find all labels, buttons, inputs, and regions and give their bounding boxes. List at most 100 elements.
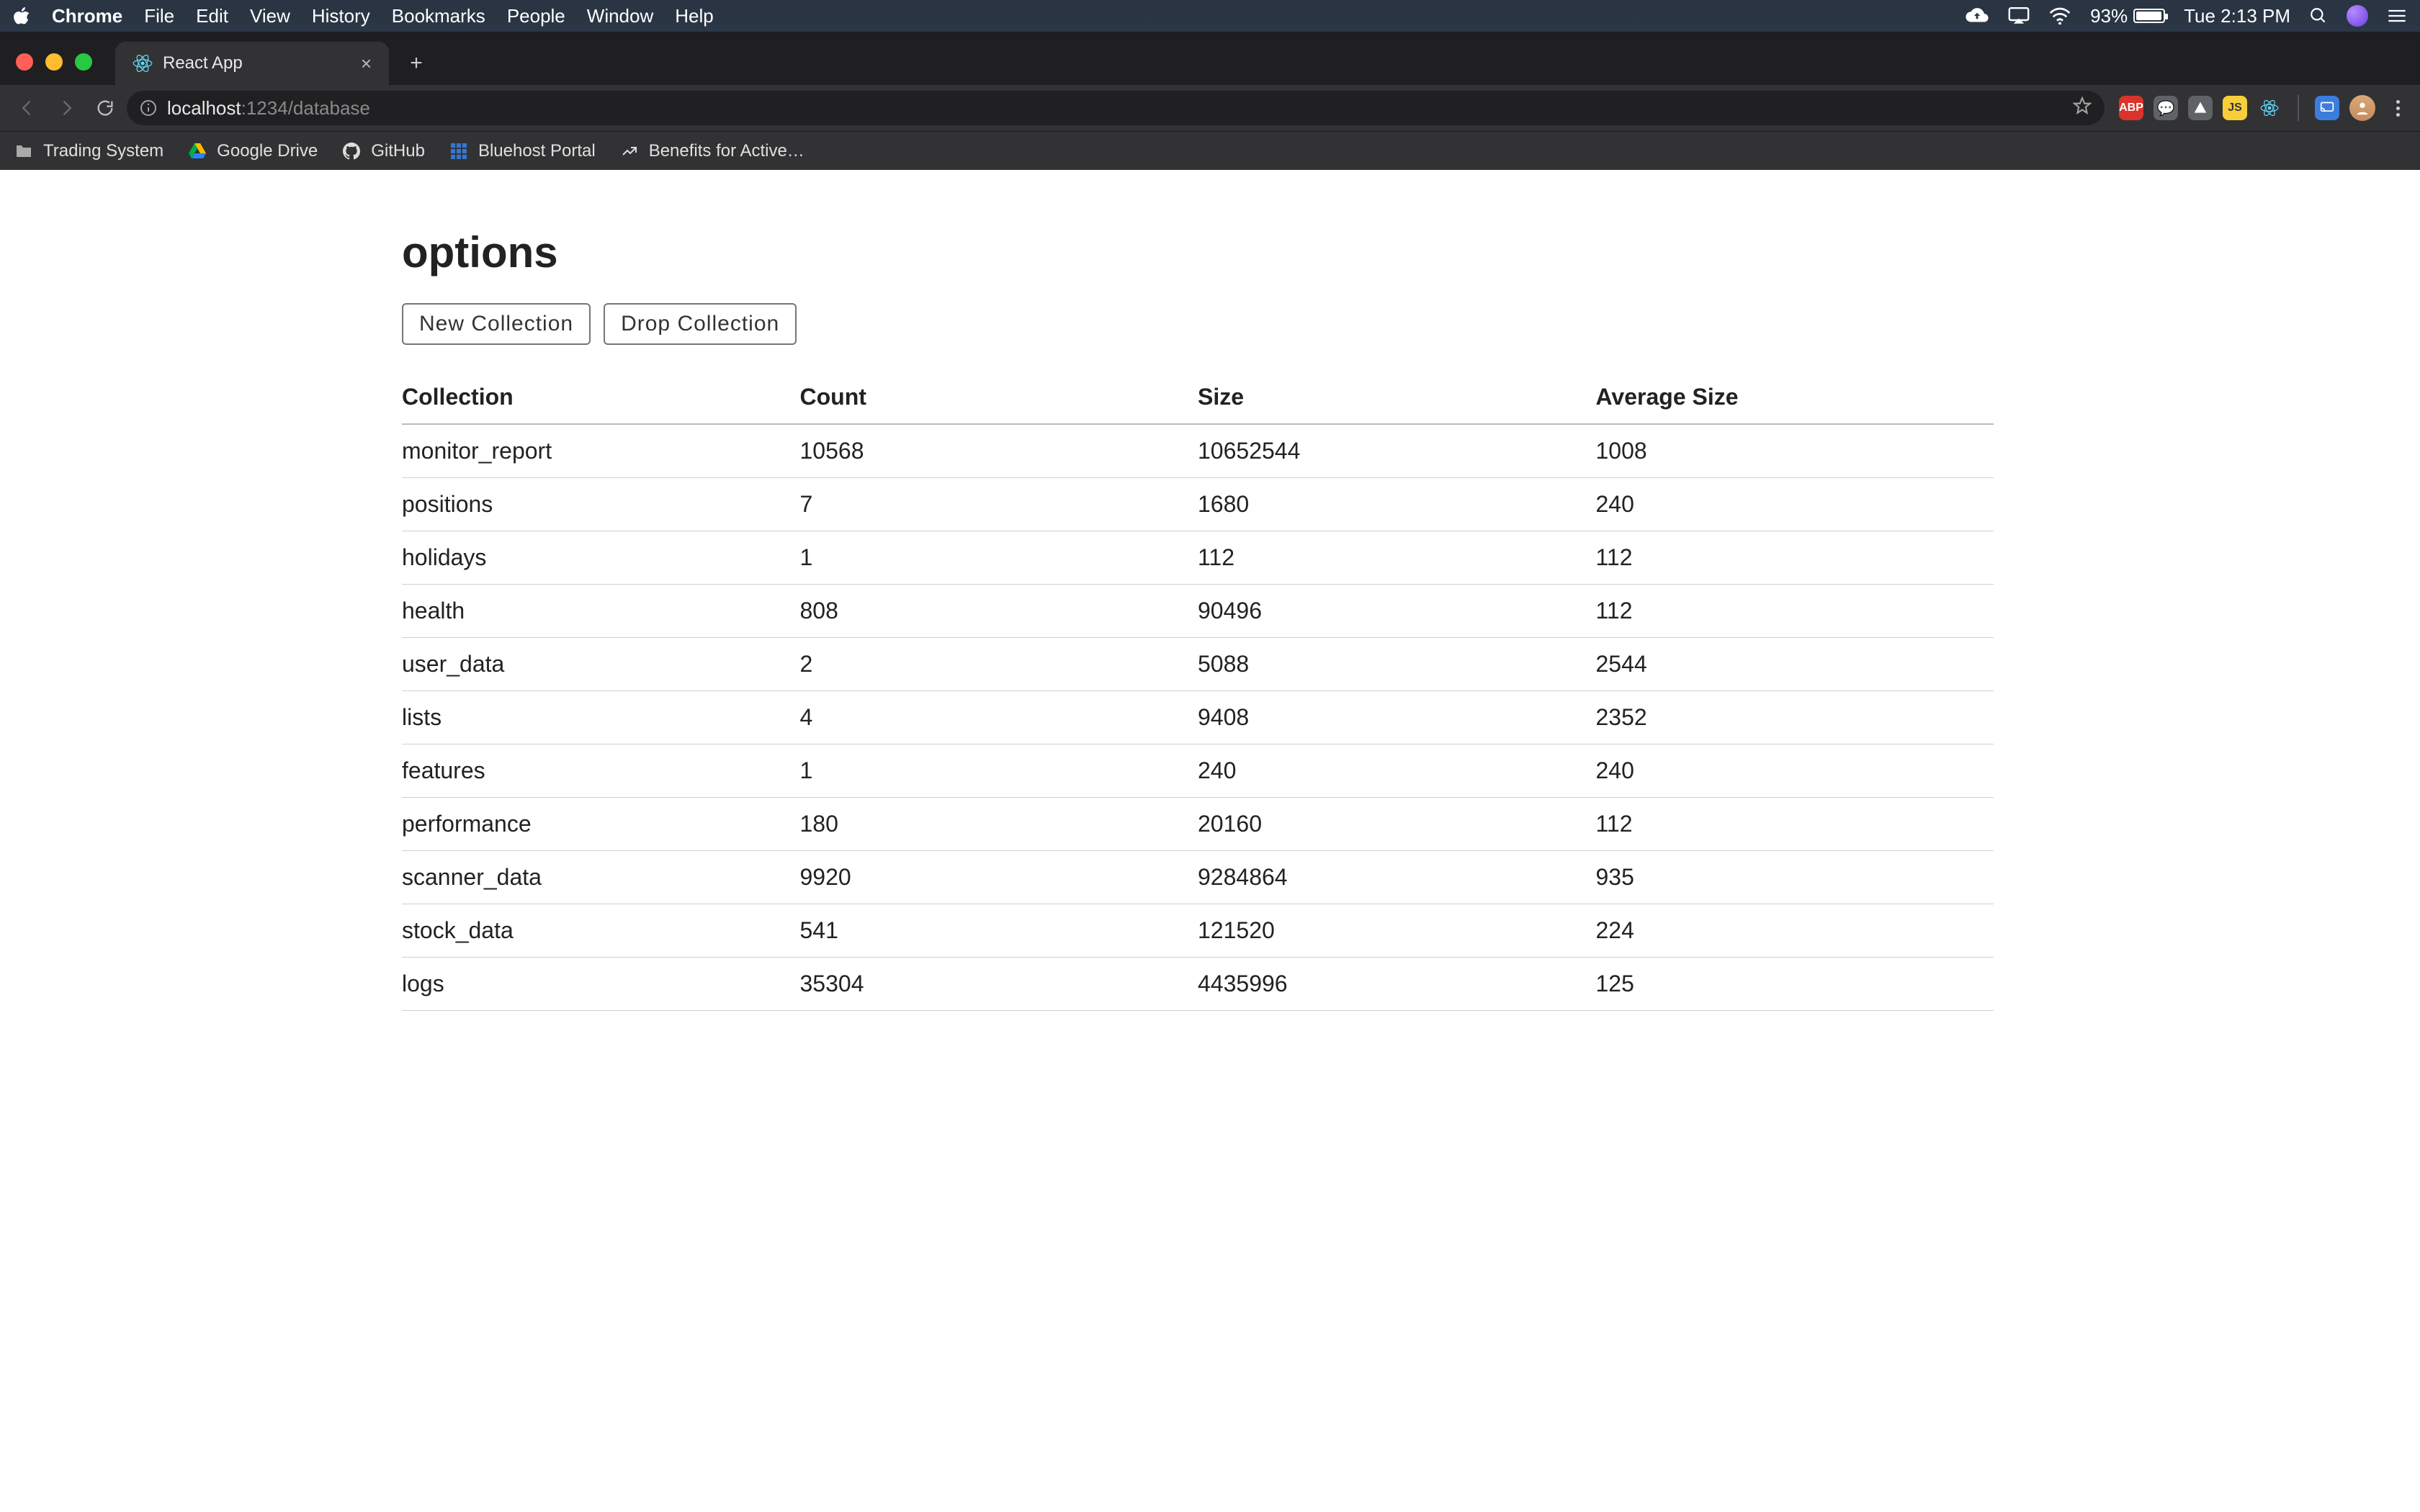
bookmark-benefits[interactable]: Benefits for Active… <box>620 141 805 161</box>
bookmark-google-drive[interactable]: Google Drive <box>188 141 318 161</box>
siri-icon[interactable] <box>2347 5 2368 27</box>
ext-react-icon[interactable] <box>2257 96 2282 120</box>
cell-collection: lists <box>402 691 800 744</box>
cell-avg: 240 <box>1596 744 1994 798</box>
cell-count: 4 <box>800 691 1198 744</box>
toolbar-separator <box>2298 95 2299 121</box>
spotlight-icon[interactable] <box>2309 6 2328 25</box>
menu-view[interactable]: View <box>250 5 290 27</box>
tab-bar: React App × + <box>0 32 2420 85</box>
cell-collection: monitor_report <box>402 424 800 478</box>
cell-collection: positions <box>402 478 800 531</box>
cell-size: 240 <box>1198 744 1596 798</box>
profile-avatar[interactable] <box>2349 95 2375 121</box>
table-row[interactable]: lists494082352 <box>402 691 1994 744</box>
bookmark-bluehost[interactable]: Bluehost Portal <box>449 141 596 161</box>
table-row[interactable]: holidays1112112 <box>402 531 1994 585</box>
cell-count: 2 <box>800 638 1198 691</box>
app-name[interactable]: Chrome <box>52 5 122 27</box>
cell-size: 1680 <box>1198 478 1596 531</box>
cell-avg: 1008 <box>1596 424 1994 478</box>
new-tab-button[interactable]: + <box>402 49 431 78</box>
bookmark-label: GitHub <box>371 141 425 161</box>
table-row[interactable]: health80890496112 <box>402 585 1994 638</box>
battery-icon <box>2133 9 2165 23</box>
battery-status[interactable]: 93% <box>2090 5 2165 27</box>
cell-count: 35304 <box>800 958 1198 1011</box>
bookmark-trading-system[interactable]: Trading System <box>14 141 163 161</box>
table-row[interactable]: performance18020160112 <box>402 798 1994 851</box>
col-header-count[interactable]: Count <box>800 374 1198 424</box>
new-collection-button[interactable]: New Collection <box>402 303 591 345</box>
cell-avg: 935 <box>1596 851 1994 904</box>
cell-collection: health <box>402 585 800 638</box>
menu-bookmarks[interactable]: Bookmarks <box>392 5 485 27</box>
cell-avg: 112 <box>1596 585 1994 638</box>
clock[interactable]: Tue 2:13 PM <box>2184 5 2290 27</box>
menu-file[interactable]: File <box>144 5 174 27</box>
bookmark-github[interactable]: GitHub <box>342 141 425 161</box>
github-icon <box>342 142 361 161</box>
cell-avg: 112 <box>1596 798 1994 851</box>
page-content: options New Collection Drop Collection C… <box>0 170 2420 1011</box>
cell-count: 1 <box>800 531 1198 585</box>
minimize-window-button[interactable] <box>45 53 63 71</box>
menu-history[interactable]: History <box>312 5 370 27</box>
col-header-avg[interactable]: Average Size <box>1596 374 1994 424</box>
cell-size: 90496 <box>1198 585 1596 638</box>
browser-window: React App × + localhost:1234/database <box>0 32 2420 170</box>
maximize-window-button[interactable] <box>75 53 92 71</box>
drop-collection-button[interactable]: Drop Collection <box>604 303 797 345</box>
cell-avg: 125 <box>1596 958 1994 1011</box>
battery-pct-label: 93% <box>2090 5 2128 27</box>
reload-button[interactable] <box>88 91 122 125</box>
cell-collection: stock_data <box>402 904 800 958</box>
cell-avg: 2544 <box>1596 638 1994 691</box>
forward-button[interactable] <box>49 91 84 125</box>
bookmark-star-icon[interactable] <box>2073 96 2092 120</box>
col-header-size[interactable]: Size <box>1198 374 1596 424</box>
window-controls <box>10 53 98 85</box>
back-button[interactable] <box>10 91 45 125</box>
table-row[interactable]: features1240240 <box>402 744 1994 798</box>
ext-chat-icon[interactable]: 💬 <box>2154 96 2178 120</box>
chrome-menu-button[interactable] <box>2385 100 2410 117</box>
apple-logo-icon[interactable] <box>13 6 30 26</box>
bookmark-label: Google Drive <box>217 141 318 161</box>
menu-people[interactable]: People <box>507 5 565 27</box>
col-header-collection[interactable]: Collection <box>402 374 800 424</box>
ext-js-icon[interactable]: JS <box>2223 96 2247 120</box>
cell-size: 112 <box>1198 531 1596 585</box>
cell-count: 1 <box>800 744 1198 798</box>
table-row[interactable]: monitor_report10568106525441008 <box>402 424 1994 478</box>
table-row[interactable]: stock_data541121520224 <box>402 904 1994 958</box>
cell-size: 121520 <box>1198 904 1596 958</box>
nav-bar: localhost:1234/database ABP 💬 JS <box>0 85 2420 131</box>
table-row[interactable]: scanner_data99209284864935 <box>402 851 1994 904</box>
cast-icon[interactable] <box>2315 96 2339 120</box>
menu-window[interactable]: Window <box>587 5 653 27</box>
control-center-icon[interactable] <box>2387 8 2407 24</box>
ext-drive-icon[interactable] <box>2188 96 2213 120</box>
menu-help[interactable]: Help <box>675 5 713 27</box>
cell-collection: scanner_data <box>402 851 800 904</box>
page-title: options <box>402 228 1994 277</box>
table-row[interactable]: logs353044435996125 <box>402 958 1994 1011</box>
address-bar[interactable]: localhost:1234/database <box>127 91 2105 125</box>
wifi-icon[interactable] <box>2048 7 2071 24</box>
menu-edit[interactable]: Edit <box>196 5 228 27</box>
airplay-icon[interactable] <box>2008 7 2030 24</box>
site-info-icon[interactable] <box>140 99 157 117</box>
cloud-upload-icon[interactable] <box>1965 7 1989 24</box>
browser-tab[interactable]: React App × <box>115 42 389 85</box>
cell-size: 4435996 <box>1198 958 1596 1011</box>
cell-collection: holidays <box>402 531 800 585</box>
table-row[interactable]: user_data250882544 <box>402 638 1994 691</box>
bookmark-label: Bluehost Portal <box>478 141 596 161</box>
close-tab-button[interactable]: × <box>361 54 372 73</box>
table-row[interactable]: positions71680240 <box>402 478 1994 531</box>
cell-size: 10652544 <box>1198 424 1596 478</box>
close-window-button[interactable] <box>16 53 33 71</box>
ext-abp-icon[interactable]: ABP <box>2119 96 2143 120</box>
cell-count: 541 <box>800 904 1198 958</box>
